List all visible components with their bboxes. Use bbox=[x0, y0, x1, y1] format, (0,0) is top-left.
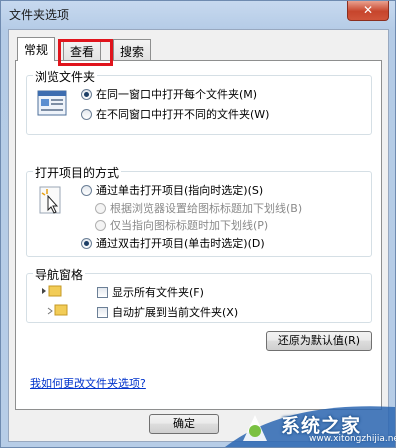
dialog-body: 常规 查看 搜索 浏览文件夹 在同一窗口中打开每个文件夹(M) 在不同窗口中打开… bbox=[8, 29, 389, 442]
underline-hover-option[interactable]: 仅当指向图标标题时加下划线(P) bbox=[95, 217, 268, 233]
double-click-option[interactable]: 通过双击打开项目(单击时选定)(D) bbox=[81, 235, 265, 251]
site-watermark: 系统之家 www.xitongzhijia.net bbox=[225, 401, 396, 447]
checkbox-show-all-folders[interactable] bbox=[97, 287, 108, 298]
radio-new-window[interactable] bbox=[81, 109, 92, 120]
browse-new-window-option[interactable]: 在不同窗口中打开不同的文件夹(W) bbox=[81, 106, 269, 122]
radio-underline-browser[interactable] bbox=[95, 203, 106, 214]
checkbox-auto-expand[interactable] bbox=[97, 307, 108, 318]
title-bar[interactable]: 文件夹选项 ✕ bbox=[1, 1, 395, 27]
click-items-group: 打开项目的方式 通过单击打开项目(指向时选定)(S) 根据浏览器设置给图标标题加… bbox=[26, 164, 372, 257]
browse-same-window-option[interactable]: 在同一窗口中打开每个文件夹(M) bbox=[81, 86, 257, 102]
pointer-icon bbox=[39, 186, 61, 214]
close-button[interactable]: ✕ bbox=[347, 1, 389, 21]
show-all-folders-option[interactable]: 显示所有文件夹(F) bbox=[97, 284, 204, 300]
browse-folders-title: 浏览文件夹 bbox=[33, 68, 98, 85]
window-icon bbox=[37, 90, 67, 116]
browse-folders-group: 浏览文件夹 在同一窗口中打开每个文件夹(M) 在不同窗口中打开不同的文件夹(W) bbox=[26, 68, 372, 135]
radio-same-window[interactable] bbox=[81, 89, 92, 100]
restore-defaults-button[interactable]: 还原为默认值(R) bbox=[266, 331, 372, 351]
single-click-option[interactable]: 通过单击打开项目(指向时选定)(S) bbox=[81, 182, 263, 198]
tab-general[interactable]: 常规 bbox=[17, 37, 56, 61]
folder-options-window: 文件夹选项 ✕ 常规 查看 搜索 浏览文件夹 在同一窗口中打开每个文件夹(M) bbox=[0, 0, 396, 448]
window-title: 文件夹选项 bbox=[9, 8, 70, 22]
help-link[interactable]: 我如何更改文件夹选项? bbox=[30, 375, 146, 391]
view-tab-highlight bbox=[58, 39, 113, 66]
ok-button[interactable]: 确定 bbox=[149, 414, 219, 434]
tab-search[interactable]: 搜索 bbox=[113, 39, 152, 61]
watermark-url: www.xitongzhijia.net bbox=[309, 434, 396, 444]
general-tab-panel: 浏览文件夹 在同一窗口中打开每个文件夹(M) 在不同窗口中打开不同的文件夹(W) bbox=[15, 60, 382, 410]
radio-single-click[interactable] bbox=[81, 185, 92, 196]
radio-double-click[interactable] bbox=[81, 238, 92, 249]
radio-underline-hover[interactable] bbox=[95, 220, 106, 231]
navigation-pane-title: 导航窗格 bbox=[33, 266, 86, 283]
auto-expand-option[interactable]: 自动扩展到当前文件夹(X) bbox=[97, 304, 238, 320]
folder-tree-icon bbox=[42, 285, 68, 316]
underline-browser-option[interactable]: 根据浏览器设置给图标标题加下划线(B) bbox=[95, 200, 302, 216]
navigation-pane-group: 导航窗格 显示所有文件夹(F) 自动扩展到当前文件夹(X) bbox=[26, 266, 372, 323]
click-items-title: 打开项目的方式 bbox=[33, 164, 122, 181]
